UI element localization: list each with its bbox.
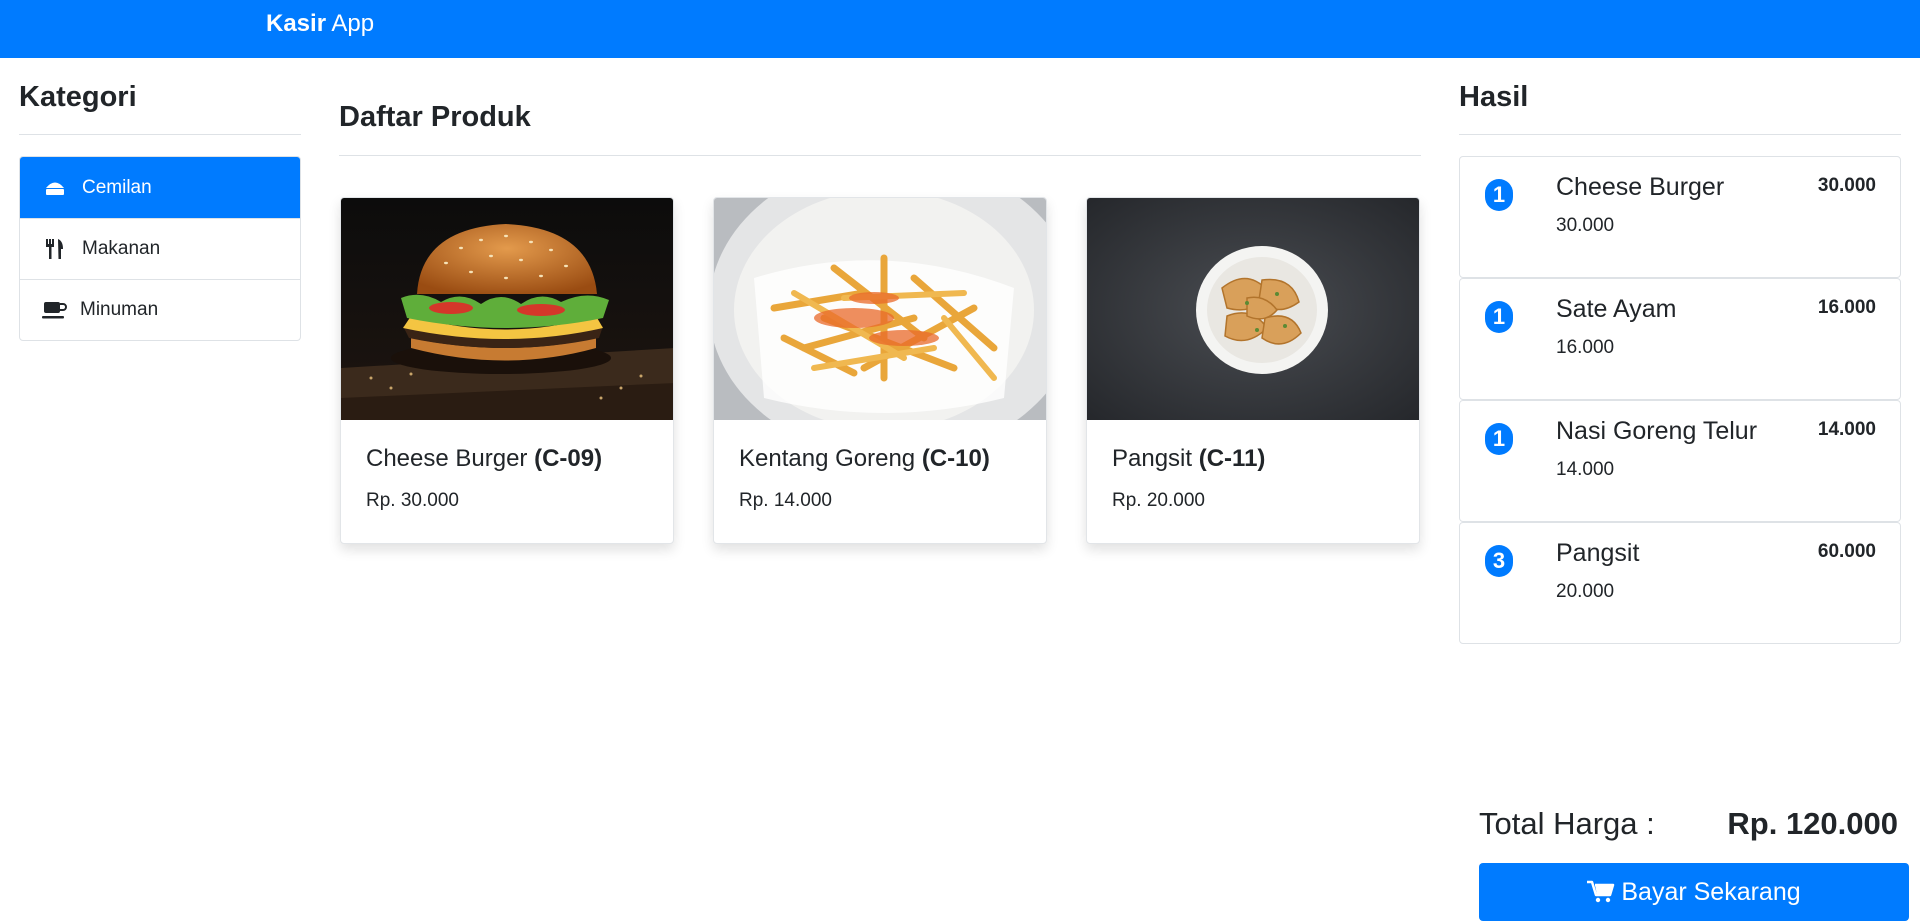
cake-icon [44, 177, 72, 199]
cart-divider [1459, 134, 1901, 135]
product-card[interactable]: Kentang Goreng (C-10) Rp. 14.000 [713, 197, 1047, 544]
french-fries-image [714, 198, 1046, 420]
product-title: Cheese Burger (C-09) [366, 444, 648, 474]
cart-item-name: Pangsit [1556, 539, 1640, 567]
product-name: Pangsit [1112, 445, 1193, 472]
cheese-burger-image [341, 198, 673, 420]
product-price: Rp. 30.000 [366, 490, 459, 511]
cart-item[interactable]: 1 Sate Ayam 16.000 16.000 [1459, 278, 1901, 400]
cart-item-name: Nasi Goreng Telur [1556, 417, 1758, 445]
product-card[interactable]: Cheese Burger (C-09) Rp. 30.000 [340, 197, 674, 544]
cart-item-unit-price: 14.000 [1556, 459, 1615, 480]
cart-item-unit-price: 30.000 [1556, 215, 1615, 236]
utensils-icon [44, 238, 72, 260]
products-divider [339, 155, 1421, 156]
brand-bold: Kasir [266, 10, 327, 37]
quantity-badge: 1 [1485, 179, 1513, 211]
cart-item-total: 60.000 [1817, 541, 1876, 562]
navbar: Kasir App [0, 0, 1920, 58]
pay-now-button[interactable]: Bayar Sekarang [1479, 863, 1909, 921]
total-label: Total Harga : [1479, 806, 1655, 841]
cart-item[interactable]: 1 Cheese Burger 30.000 30.000 [1459, 156, 1901, 278]
product-code: (C-11) [1198, 445, 1266, 472]
category-label: Cemilan [82, 176, 152, 198]
cart-item-unit-price: 20.000 [1556, 581, 1615, 602]
category-heading: Kategori [19, 81, 137, 113]
category-label: Makanan [82, 238, 161, 259]
quantity-badge: 3 [1485, 545, 1513, 577]
category-item-minuman[interactable]: Minuman [20, 279, 300, 340]
category-list: Cemilan Makanan Minuman [19, 156, 301, 341]
cart-item-total: 14.000 [1817, 419, 1876, 440]
total-value: Rp. 120.000 [1727, 806, 1898, 841]
product-code: (C-09) [534, 445, 603, 472]
category-divider [19, 134, 301, 135]
category-label: Minuman [80, 299, 159, 320]
product-name: Kentang Goreng [739, 445, 916, 472]
product-title: Kentang Goreng (C-10) [739, 444, 1021, 474]
cart-heading: Hasil [1459, 81, 1529, 113]
products-heading: Daftar Produk [339, 101, 531, 133]
shopping-cart-icon [1587, 880, 1615, 904]
pay-now-label: Bayar Sekarang [1621, 877, 1801, 906]
quantity-badge: 1 [1485, 423, 1513, 455]
fried-wonton-image [1087, 198, 1419, 420]
app-brand[interactable]: Kasir App [266, 10, 374, 38]
cart-item-name: Sate Ayam [1556, 295, 1677, 323]
cart-list: 1 Cheese Burger 30.000 30.000 1 Sate Aya… [1459, 156, 1901, 644]
coffee-icon [42, 299, 70, 321]
cart-item-unit-price: 16.000 [1556, 337, 1615, 358]
cart-item-total: 16.000 [1817, 297, 1876, 318]
category-item-cemilan[interactable]: Cemilan [20, 157, 300, 218]
quantity-badge: 1 [1485, 301, 1513, 333]
product-price: Rp. 20.000 [1112, 490, 1205, 511]
cart-item[interactable]: 1 Nasi Goreng Telur 14.000 14.000 [1459, 400, 1901, 522]
cart-item-total: 30.000 [1817, 175, 1876, 196]
product-card[interactable]: Pangsit (C-11) Rp. 20.000 [1086, 197, 1420, 544]
brand-rest: App [326, 10, 375, 37]
cart-item[interactable]: 3 Pangsit 20.000 60.000 [1459, 522, 1901, 644]
product-price: Rp. 14.000 [739, 490, 832, 511]
product-code: (C-10) [921, 445, 990, 472]
category-item-makanan[interactable]: Makanan [20, 218, 300, 279]
product-title: Pangsit (C-11) [1112, 444, 1394, 474]
cart-item-name: Cheese Burger [1556, 173, 1725, 201]
product-name: Cheese Burger [366, 445, 528, 472]
